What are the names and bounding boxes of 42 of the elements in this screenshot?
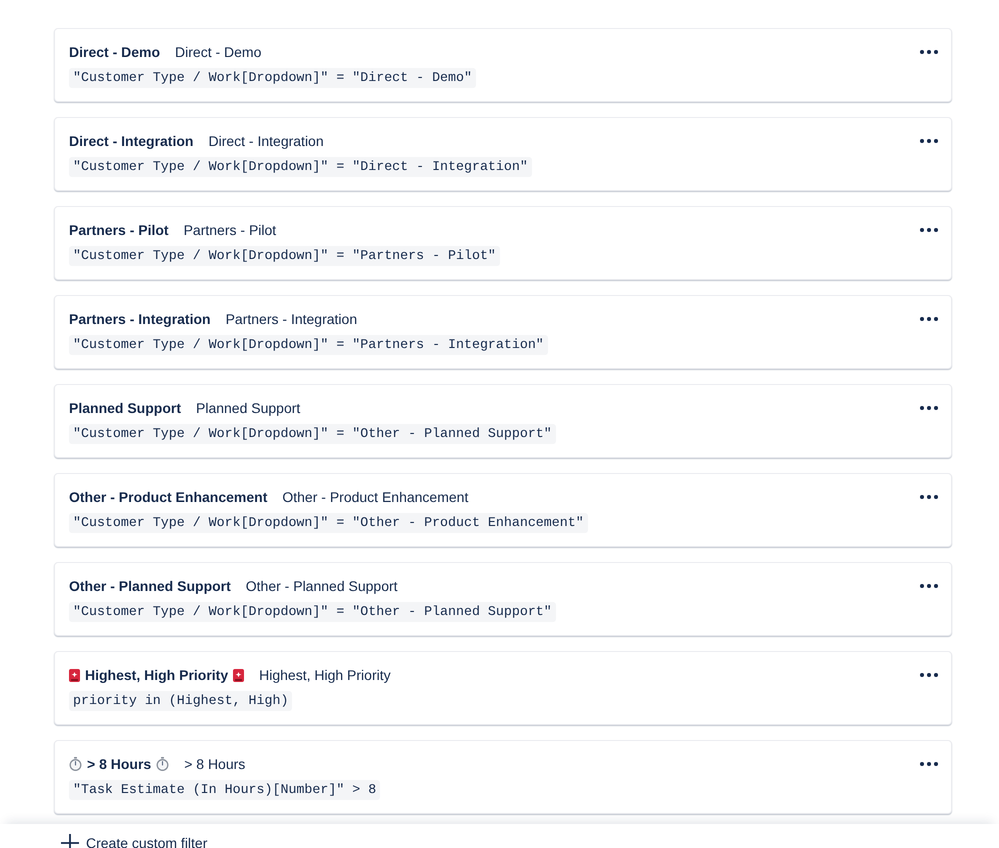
- filter-name: Other - Planned Support: [69, 577, 231, 596]
- filter-query: "Customer Type / Work[Dropdown]" = "Partners - Integration": [69, 335, 548, 355]
- filter-description: Direct - Integration: [208, 132, 324, 151]
- filter-query: "Customer Type / Work[Dropdown]" = "Direct - Demo": [69, 68, 476, 88]
- filter-query: "Task Estimate (In Hours)[Number]" > 8: [69, 780, 380, 800]
- siren-icon: [69, 668, 80, 682]
- filter-description: Partners - Pilot: [184, 221, 276, 240]
- filter-description: Other - Planned Support: [246, 577, 398, 596]
- stopwatch-icon: [156, 757, 170, 771]
- filter-name: Partners - Pilot: [69, 221, 169, 240]
- filter-name: Partners - Integration: [69, 310, 211, 329]
- filter-query: "Customer Type / Work[Dropdown]" = "Other - Planned Support": [69, 424, 556, 444]
- filter-description: Highest, High Priority: [259, 666, 391, 685]
- filter-description: > 8 Hours: [184, 755, 246, 774]
- filter-name: Planned Support: [69, 399, 181, 418]
- stopwatch-icon: [69, 757, 82, 771]
- more-icon: [920, 228, 938, 232]
- filter-description: Direct - Demo: [175, 43, 262, 62]
- more-icon: [920, 406, 938, 410]
- filter-description: Planned Support: [196, 399, 300, 418]
- more-icon: [920, 584, 938, 588]
- more-icon: [920, 50, 938, 54]
- siren-icon: [233, 668, 244, 682]
- filter-query: "Customer Type / Work[Dropdown]" = "Direct - Integration": [69, 157, 532, 177]
- more-icon: [920, 317, 938, 321]
- more-icon: [920, 495, 938, 499]
- filter-query: "Customer Type / Work[Dropdown]" = "Other - Planned Support": [69, 602, 556, 622]
- filter-name: > 8 Hours: [87, 755, 152, 774]
- filter-description: Partners - Integration: [226, 310, 358, 329]
- more-icon: [920, 673, 938, 677]
- filter-query: "Customer Type / Work[Dropdown]" = "Other - Product Enhancement": [69, 513, 588, 533]
- more-icon: [920, 762, 938, 766]
- plus-icon: [60, 833, 80, 848]
- filter-name: Direct - Demo: [69, 43, 160, 62]
- filter-name: Other - Product Enhancement: [69, 488, 268, 507]
- filter-name: Highest, High Priority: [85, 666, 228, 685]
- filter-query: "Customer Type / Work[Dropdown]" = "Partners - Pilot": [69, 246, 500, 266]
- create-filter-button[interactable]: Create custom filter: [60, 833, 208, 848]
- filter-description: Other - Product Enhancement: [282, 488, 468, 507]
- filter-name: Direct - Integration: [69, 132, 194, 151]
- filter-query: priority in (Highest, High): [69, 691, 292, 711]
- more-icon: [920, 139, 938, 143]
